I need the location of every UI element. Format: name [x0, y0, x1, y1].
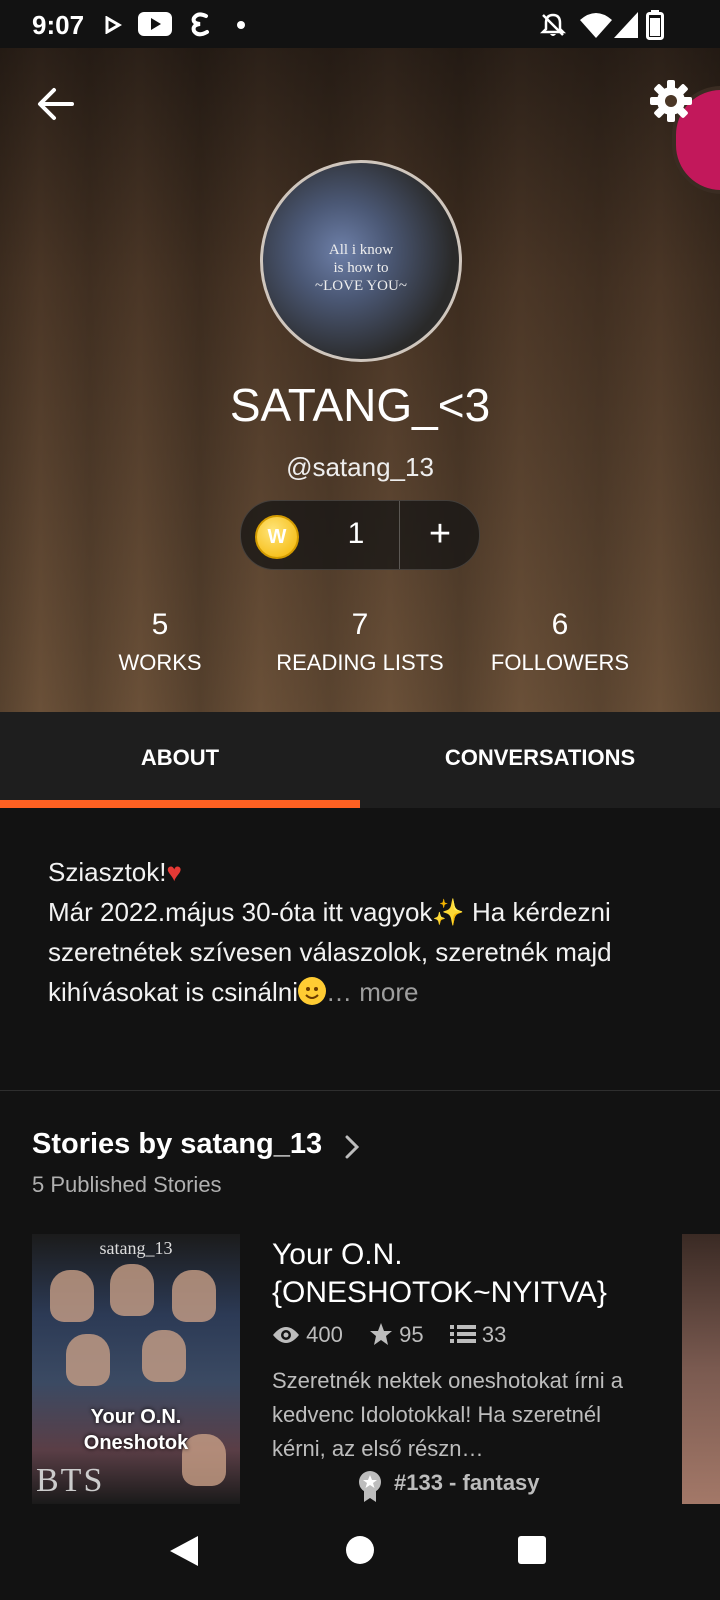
smiling-face-emoji-icon — [298, 977, 326, 1005]
cover-title-line: Oneshotok — [83, 1432, 189, 1454]
story-cover[interactable]: satang_13 Your O.N. Oneshotok BTS — [32, 1234, 240, 1504]
avatar-caption-line: All i know — [328, 242, 394, 258]
youtube-icon — [138, 12, 172, 36]
cover-title-line: Your O.N. — [90, 1406, 182, 1428]
play-store-icon — [105, 16, 122, 34]
cover-face-image — [142, 1330, 186, 1382]
battery-icon — [646, 10, 664, 40]
chevron-right-icon[interactable] — [344, 1134, 360, 1160]
coin-balance-pill[interactable]: W 1 + — [240, 500, 480, 570]
stories-section-title[interactable]: Stories by satang_13 — [32, 1128, 322, 1161]
stories-count: 5 Published Stories — [32, 1172, 222, 1197]
back-arrow-icon[interactable] — [32, 80, 80, 128]
story-votes: 95 — [369, 1322, 430, 1347]
about-greeting: Sziasztok! — [48, 857, 167, 887]
cover-bottom-text: BTS — [36, 1462, 105, 1499]
star-icon — [369, 1323, 392, 1345]
status-bar: 9:07 — [0, 0, 720, 48]
story-ranking: #133 - fantasy — [394, 1470, 540, 1495]
eye-icon — [273, 1327, 299, 1343]
cover-author-text: satang_13 — [99, 1238, 173, 1258]
cover-title-text: Your O.N. Oneshotok — [32, 1404, 240, 1456]
story-parts: 33 — [449, 1322, 507, 1347]
stat-reading-lists[interactable]: 7 READING LISTS — [260, 608, 460, 676]
cover-face-image — [50, 1270, 94, 1322]
display-name: SATANG_<3 — [229, 379, 491, 431]
settings-gear-icon[interactable] — [648, 78, 694, 124]
votes-count: 95 — [399, 1322, 424, 1347]
section-divider — [0, 1090, 720, 1091]
tab-conversations[interactable]: CONVERSATIONS — [360, 712, 720, 808]
about-ellipsis: … — [326, 977, 352, 1007]
username-handle: @satang_13 — [286, 452, 434, 482]
cover-face-image — [66, 1334, 110, 1386]
cell-signal-icon — [614, 12, 638, 38]
heart-emoji-icon: ♥ — [166, 857, 182, 887]
avatar-caption-line: ~LOVE YOU~ — [315, 278, 407, 294]
stat-value: 6 — [551, 608, 569, 641]
story-stats: 400 95 33 — [272, 1322, 526, 1348]
app-e-icon — [191, 12, 209, 37]
about-description: Sziasztok!♥ Már 2022.május 30-óta itt va… — [48, 852, 688, 1012]
active-tab-indicator — [0, 800, 360, 808]
sparkles-emoji-icon: ✨ — [432, 897, 465, 927]
nav-home-icon[interactable] — [344, 1534, 376, 1566]
profile-header: All i know is how to ~LOVE YOU~ SATANG_<… — [0, 48, 720, 712]
profile-avatar[interactable]: All i know is how to ~LOVE YOU~ — [260, 160, 462, 362]
cover-face-image — [110, 1264, 154, 1316]
nav-back-icon[interactable] — [168, 1534, 200, 1568]
tab-about[interactable]: ABOUT — [0, 712, 360, 808]
coin-count: 1 — [347, 517, 365, 550]
stat-label: FOLLOWERS — [490, 650, 630, 675]
system-navigation-bar — [0, 1504, 720, 1600]
cover-face-image — [172, 1270, 216, 1322]
coin-divider — [399, 501, 400, 569]
profile-tabs: ABOUT CONVERSATIONS — [0, 712, 720, 808]
stat-works[interactable]: 5 WORKS — [100, 608, 220, 676]
avatar-caption-line: is how to — [333, 260, 389, 276]
story-reads: 400 — [272, 1322, 349, 1347]
story-description: Szeretnék nektek oneshotokat írni a kedv… — [272, 1368, 623, 1461]
ranking-badge-icon — [359, 1471, 381, 1502]
stat-label: WORKS — [118, 650, 202, 675]
about-text: Már 2022.május 30-óta itt vagyok — [48, 897, 433, 927]
list-icon — [449, 1325, 476, 1343]
story-title[interactable]: Your O.N. {ONESHOTOK~NYITVA} — [272, 1236, 672, 1312]
status-time: 9:07 — [32, 10, 85, 40]
read-more-link[interactable]: more — [352, 977, 418, 1007]
notifications-off-icon — [540, 13, 566, 36]
wifi-icon — [580, 13, 612, 38]
next-story-cover[interactable] — [682, 1234, 720, 1504]
notification-dot-icon — [237, 21, 245, 29]
stat-followers[interactable]: 6 FOLLOWERS — [480, 608, 640, 676]
stat-value: 5 — [151, 608, 169, 641]
nav-recents-icon[interactable] — [516, 1534, 548, 1566]
stat-label: READING LISTS — [276, 650, 444, 675]
stat-value: 7 — [351, 608, 369, 641]
add-coins-button[interactable]: + — [401, 501, 479, 569]
wattpad-coin-icon: W — [255, 515, 299, 559]
reads-count: 400 — [306, 1322, 343, 1347]
parts-count: 33 — [481, 1322, 507, 1347]
avatar-caption: All i know is how to ~LOVE YOU~ — [263, 241, 459, 295]
